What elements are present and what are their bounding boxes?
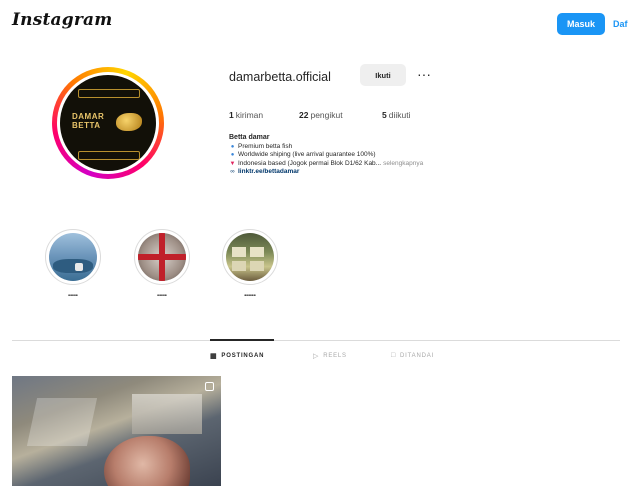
follow-button[interactable]: Ikuti — [360, 64, 406, 86]
post-thumbnail[interactable] — [12, 376, 221, 486]
avatar-brand-line2: BETTA — [72, 121, 101, 130]
multiple-photos-icon — [205, 382, 214, 391]
post-image-detail — [104, 436, 190, 486]
link-icon: ∞ — [230, 169, 235, 176]
post-image-detail — [132, 394, 202, 434]
globe-icon: ● — [230, 143, 235, 150]
post-image-detail — [26, 398, 98, 446]
instagram-logo[interactable]: Instagram — [12, 10, 112, 30]
following-label: diikuti — [388, 110, 411, 120]
bio-link-row: ∞ linktr.ee/bettadamar — [229, 168, 423, 177]
avatar-brand-line1: DAMAR — [72, 112, 105, 121]
more-options-icon[interactable]: ··· — [414, 64, 434, 84]
signup-link[interactable]: Daf — [613, 13, 628, 35]
highlight-ring — [45, 229, 101, 285]
tab-reels[interactable]: ▷ REELS — [313, 352, 347, 360]
highlight-ring — [134, 229, 190, 285]
avatar[interactable]: DAMAR BETTA — [60, 75, 156, 171]
tab-label: DITANDAI — [400, 352, 434, 359]
tab-label: REELS — [323, 353, 347, 359]
bio-line: ● Worldwide shiping (live arrival guaran… — [229, 151, 423, 160]
login-button[interactable]: Masuk — [557, 13, 605, 35]
following-count: 5 — [382, 110, 387, 120]
tab-posts[interactable]: ▦ POSTINGAN — [210, 352, 264, 360]
highlight-item[interactable]: •••••• — [222, 229, 278, 299]
highlight-cover — [226, 233, 274, 281]
betta-fish-icon — [116, 113, 142, 131]
bio-line-text: Indonesia based (Jogok permai Blok D1/62… — [238, 159, 382, 167]
followers-label: pengikut — [310, 110, 343, 120]
highlight-cover — [138, 233, 186, 281]
reels-icon: ▷ — [313, 353, 320, 360]
highlight-label: •••••• — [244, 293, 256, 299]
tab-label: POSTINGAN — [221, 353, 265, 359]
grid-icon: ▦ — [210, 353, 218, 360]
following-stat[interactable]: 5 diikuti — [382, 110, 410, 120]
followers-stat[interactable]: 22 pengikut — [299, 110, 343, 120]
highlight-label: ••••• — [68, 293, 78, 299]
bio-line: ● Premium betta fish — [229, 143, 423, 152]
bio-more-link[interactable]: selengkapnya — [383, 160, 423, 169]
location-pin-icon: ▼ — [229, 160, 236, 167]
avatar-brand-text: DAMAR BETTA — [72, 112, 104, 130]
highlight-cover — [49, 233, 97, 281]
tagged-icon: □ — [391, 352, 397, 359]
active-tab-indicator — [210, 339, 274, 341]
profile-bio: Betta damar ● Premium betta fish ● World… — [229, 134, 423, 177]
highlight-item[interactable]: ••••• — [134, 229, 190, 299]
posts-label: kiriman — [235, 110, 264, 120]
avatar-ornament-top — [78, 89, 140, 98]
posts-stat: 1 kiriman — [229, 110, 263, 120]
followers-count: 22 — [299, 110, 309, 120]
avatar-ornament-bottom — [78, 151, 140, 160]
bio-line-text: Premium betta fish — [238, 142, 293, 150]
tab-tagged[interactable]: □ DITANDAI — [391, 352, 434, 359]
bio-line-text: Worldwide shiping (live arrival guarante… — [238, 151, 376, 159]
tab-divider — [12, 340, 620, 341]
bio-line: ▼ Indonesia based (Jogok permai Blok D1/… — [229, 159, 424, 169]
highlight-label: ••••• — [157, 293, 167, 299]
bio-name: Betta damar — [229, 134, 270, 141]
bio-link[interactable]: linktr.ee/bettadamar — [238, 168, 299, 177]
posts-count: 1 — [229, 110, 234, 120]
globe-icon: ● — [230, 152, 235, 159]
profile-username: damarbetta.official — [229, 70, 331, 84]
highlight-item[interactable]: ••••• — [45, 229, 101, 299]
highlight-ring — [222, 229, 278, 285]
